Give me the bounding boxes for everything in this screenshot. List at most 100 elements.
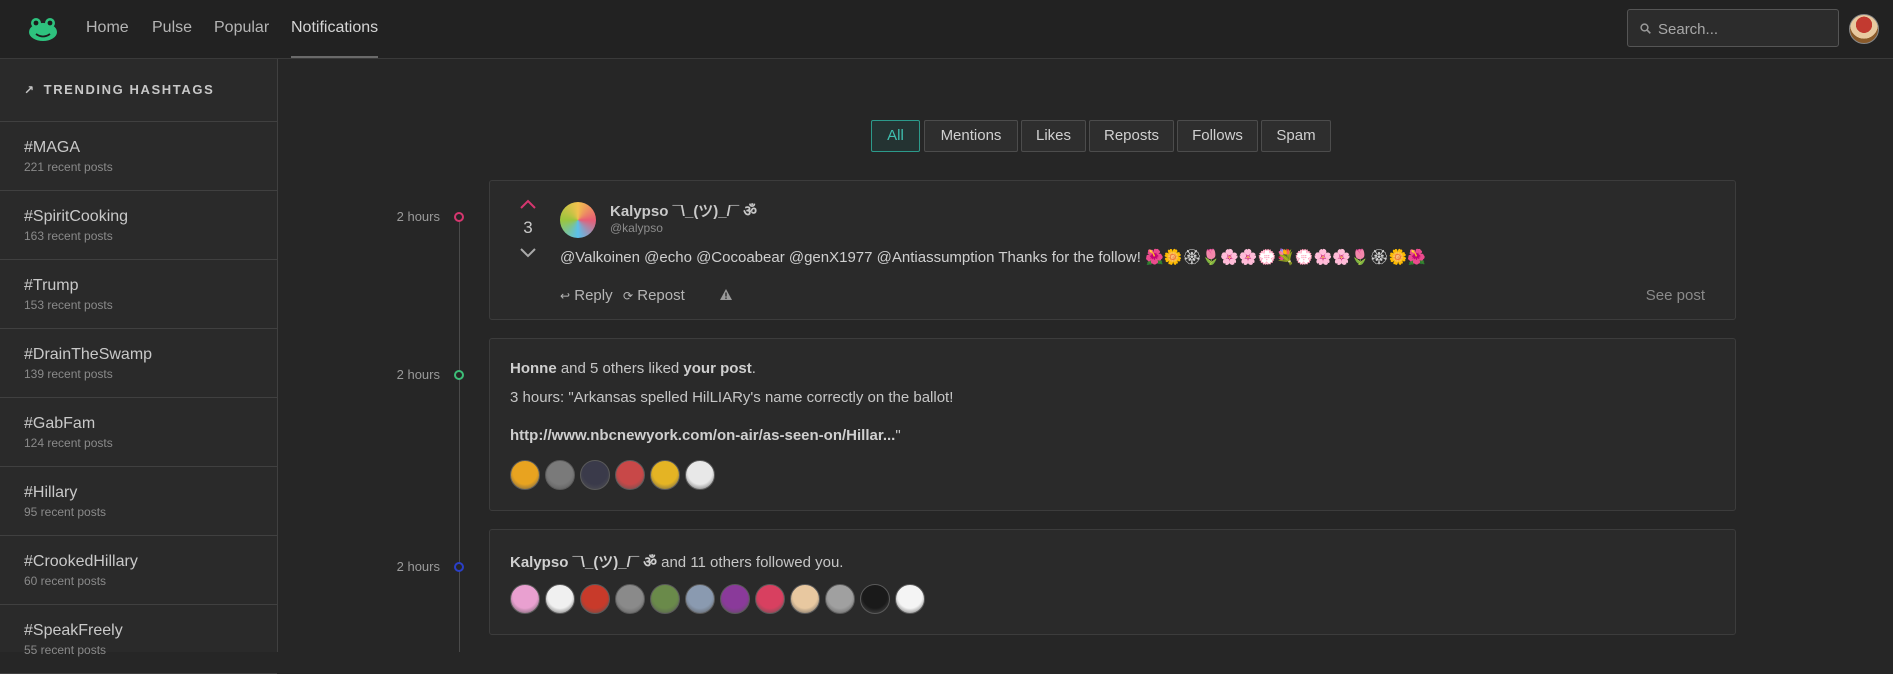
top-navbar: Home Pulse Popular Notifications (0, 0, 1893, 59)
repost-icon: ⟳ (623, 289, 634, 303)
hashtag-name: #SpeakFreely (24, 622, 123, 639)
hashtag-name: #DrainTheSwamp (24, 346, 153, 363)
like-middle-text: and 5 others liked (556, 360, 684, 377)
frog-logo-icon[interactable] (27, 12, 59, 44)
nav-popular-link[interactable]: Popular (214, 0, 269, 58)
timestamp: 2 hours (396, 209, 440, 224)
follower-avatar[interactable] (860, 584, 890, 614)
liker-avatar[interactable] (685, 460, 715, 490)
post-excerpt: 3 hours: "Arkansas spelled HilLIARy's na… (510, 389, 954, 406)
filter-all-tab[interactable]: All (871, 120, 920, 152)
trending-icon: ↗ (24, 83, 36, 97)
nav-notifications-link[interactable]: Notifications (291, 0, 379, 58)
hashtag-count: 163 recent posts (24, 229, 113, 243)
hashtag-name: #SpiritCooking (24, 208, 129, 225)
nav-pulse-link[interactable]: Pulse (152, 0, 192, 58)
follower-avatar[interactable] (720, 584, 750, 614)
hashtag-name: #Trump (24, 277, 79, 294)
follow-actor[interactable]: Kalypso ¯\_(ツ)_/¯ ॐ (510, 554, 657, 571)
nav-home-link[interactable]: Home (86, 0, 129, 58)
reply-button[interactable]: ↩ Reply (560, 287, 613, 304)
follow-notification-card: Kalypso ¯\_(ツ)_/¯ ॐ and 11 others follow… (489, 529, 1736, 635)
hashtag-item[interactable]: #SpiritCooking 163 recent posts (0, 191, 277, 260)
like-summary: Honne and 5 others liked your post. (510, 360, 756, 377)
like-notification-card: Honne and 5 others liked your post. 3 ho… (489, 338, 1736, 511)
filter-spam-tab[interactable]: Spam (1261, 120, 1331, 152)
hashtag-name: #CrookedHillary (24, 553, 138, 570)
follower-avatar[interactable] (755, 584, 785, 614)
repost-label: Repost (637, 287, 685, 304)
your-post-link[interactable]: your post (683, 360, 751, 377)
hashtag-item[interactable]: #Hillary 95 recent posts (0, 467, 277, 536)
hashtag-name: #MAGA (24, 139, 81, 156)
hashtag-item[interactable]: #CrookedHillary 60 recent posts (0, 536, 277, 605)
see-post-link[interactable]: See post (1646, 287, 1705, 304)
follower-avatar[interactable] (895, 584, 925, 614)
hashtag-count: 55 recent posts (24, 643, 107, 657)
timeline-dot (454, 562, 464, 572)
follower-avatar[interactable] (545, 584, 575, 614)
hashtag-item[interactable]: #SpeakFreely 55 recent posts (0, 605, 277, 674)
timeline-line (459, 216, 460, 652)
trending-title: TRENDING HASHTAGS (43, 82, 215, 97)
timestamp: 2 hours (396, 559, 440, 574)
mention-notification-card: 3 Kalypso ¯\_(ツ)_/¯ ॐ @kalypso @Valkoine… (489, 180, 1736, 320)
excerpt-link-line: http://www.nbcnewyork.com/on-air/as-seen… (510, 427, 901, 444)
trending-header: ↗ TRENDING HASHTAGS (0, 59, 277, 122)
like-end-text: . (751, 360, 756, 377)
follower-avatar[interactable] (650, 584, 680, 614)
hashtag-item[interactable]: #DrainTheSwamp 139 recent posts (0, 329, 277, 398)
follower-avatar[interactable] (615, 584, 645, 614)
follower-avatar[interactable] (580, 584, 610, 614)
like-actor[interactable]: Honne (510, 360, 557, 377)
follower-avatar[interactable] (685, 584, 715, 614)
vote-score: 3 (523, 218, 533, 237)
timeline-dot (454, 212, 464, 222)
search-box (1627, 9, 1839, 48)
liker-avatar[interactable] (615, 460, 645, 490)
repost-button[interactable]: ⟳ Repost (623, 287, 685, 304)
liker-avatar[interactable] (510, 460, 540, 490)
search-input[interactable] (1656, 10, 1836, 48)
liker-avatar[interactable] (545, 460, 575, 490)
filter-reposts-tab[interactable]: Reposts (1089, 120, 1174, 152)
excerpt-url-link[interactable]: http://www.nbcnewyork.com/on-air/as-seen… (510, 427, 895, 444)
trending-sidebar: ↗ TRENDING HASHTAGS #MAGA 221 recent posts… (0, 59, 278, 674)
reply-label: Reply (574, 287, 613, 304)
warning-icon (720, 289, 732, 300)
post-text: @Valkoinen @echo @Cocoabear @genX1977 @A… (560, 249, 1426, 266)
hashtag-name: #GabFam (24, 415, 96, 432)
filter-follows-tab[interactable]: Follows (1177, 120, 1258, 152)
filter-mentions-tab[interactable]: Mentions (924, 120, 1018, 152)
follow-summary: Kalypso ¯\_(ツ)_/¯ ॐ and 11 others follow… (510, 551, 843, 572)
hashtag-item[interactable]: #GabFam 124 recent posts (0, 398, 277, 467)
author-handle[interactable]: @kalypso (610, 221, 663, 235)
user-avatar[interactable] (1849, 14, 1879, 44)
follower-avatar[interactable] (790, 584, 820, 614)
hashtag-count: 124 recent posts (24, 436, 113, 450)
hashtag-count: 221 recent posts (24, 160, 113, 174)
follow-rest-text: and 11 others followed you. (656, 554, 844, 571)
hashtag-name: #Hillary (24, 484, 78, 501)
excerpt-end-quote: " (895, 427, 901, 444)
filter-likes-tab[interactable]: Likes (1021, 120, 1086, 152)
upvote-icon[interactable] (518, 198, 538, 210)
follower-avatar[interactable] (825, 584, 855, 614)
hashtag-count: 153 recent posts (24, 298, 113, 312)
author-name[interactable]: Kalypso ¯\_(ツ)_/¯ ॐ (610, 200, 757, 221)
hashtag-count: 139 recent posts (24, 367, 113, 381)
author-avatar[interactable] (560, 202, 596, 238)
hashtag-item[interactable]: #MAGA 221 recent posts (0, 122, 277, 191)
hashtag-count: 60 recent posts (24, 574, 107, 588)
hashtag-item[interactable]: #Trump 153 recent posts (0, 260, 277, 329)
liker-avatar[interactable] (580, 460, 610, 490)
liker-avatar[interactable] (650, 460, 680, 490)
timeline-dot (454, 370, 464, 380)
search-icon (1640, 23, 1651, 34)
follower-avatar[interactable] (510, 584, 540, 614)
timestamp: 2 hours (396, 367, 440, 382)
downvote-icon[interactable] (518, 247, 538, 259)
hashtag-count: 95 recent posts (24, 505, 107, 519)
report-button[interactable] (719, 288, 733, 305)
reply-icon: ↩ (560, 289, 571, 303)
